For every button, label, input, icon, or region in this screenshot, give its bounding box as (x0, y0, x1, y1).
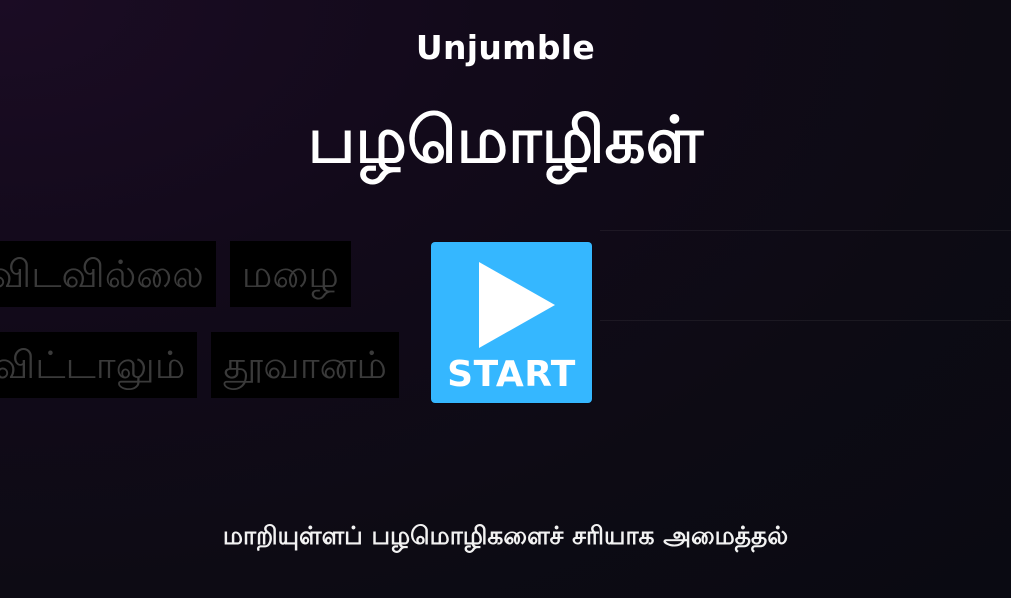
word-tile: விடவில்லை (0, 241, 216, 307)
word-tile: தூவானம் (211, 332, 400, 398)
play-icon (479, 262, 555, 348)
word-tile: விட்டாலும் (0, 332, 198, 398)
divider-line (600, 320, 1011, 321)
start-button-label: START (447, 354, 576, 395)
activity-type-label: Unjumble (415, 28, 596, 67)
preview-row-2: விட்டாலும் தூவானம் (0, 332, 400, 398)
preview-row-1: விடவில்லை மழை (0, 241, 351, 307)
start-button[interactable]: START (431, 242, 592, 403)
activity-description: மாறியுள்ளப் பழமொழிகளைச் சரியாக அமைத்தல் (222, 521, 789, 550)
activity-title: பழமொழிகள் (307, 104, 704, 178)
game-stage: Unjumble பழமொழிகள் விடவில்லை மழை விட்டால… (0, 0, 1011, 598)
word-tile: மழை (229, 241, 351, 307)
divider-line (600, 230, 1011, 231)
